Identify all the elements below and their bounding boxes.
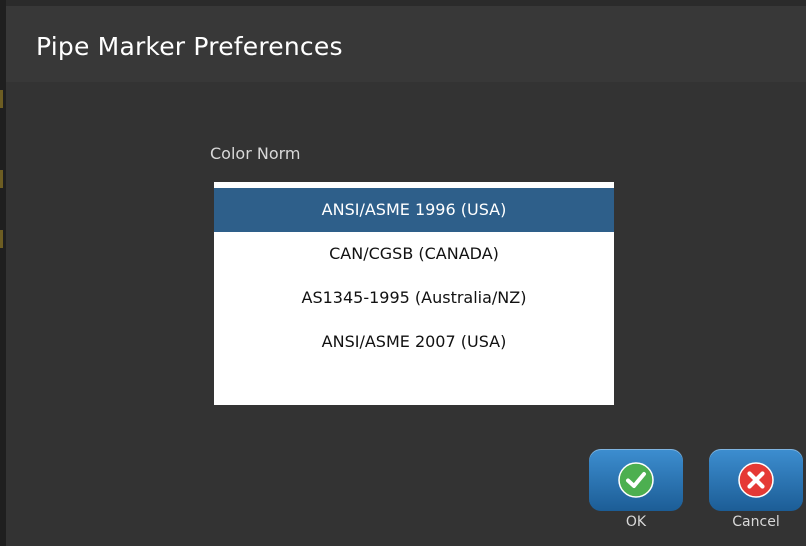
color-norm-list[interactable]: ANSI/ASME 1996 (USA) CAN/CGSB (CANADA) A…: [214, 182, 614, 405]
title-bar: Pipe Marker Preferences: [6, 6, 806, 82]
cancel-button[interactable]: [709, 449, 803, 511]
dialog-window: Pipe Marker Preferences Color Norm ANSI/…: [0, 0, 806, 546]
edge-marker: [0, 230, 3, 248]
list-item[interactable]: AS1345-1995 (Australia/NZ): [214, 276, 614, 320]
dialog-title: Pipe Marker Preferences: [36, 32, 343, 61]
list-item[interactable]: CAN/CGSB (CANADA): [214, 232, 614, 276]
list-item[interactable]: ANSI/ASME 1996 (USA): [214, 188, 614, 232]
ok-button-label[interactable]: OK: [589, 514, 683, 530]
edge-marker: [0, 170, 3, 188]
ok-button[interactable]: [589, 449, 683, 511]
checkmark-icon: [618, 462, 654, 498]
close-icon: [738, 462, 774, 498]
edge-marker: [0, 90, 3, 108]
color-norm-label: Color Norm: [210, 144, 301, 163]
cancel-button-label[interactable]: Cancel: [709, 514, 803, 530]
list-item[interactable]: ANSI/ASME 2007 (USA): [214, 320, 614, 364]
